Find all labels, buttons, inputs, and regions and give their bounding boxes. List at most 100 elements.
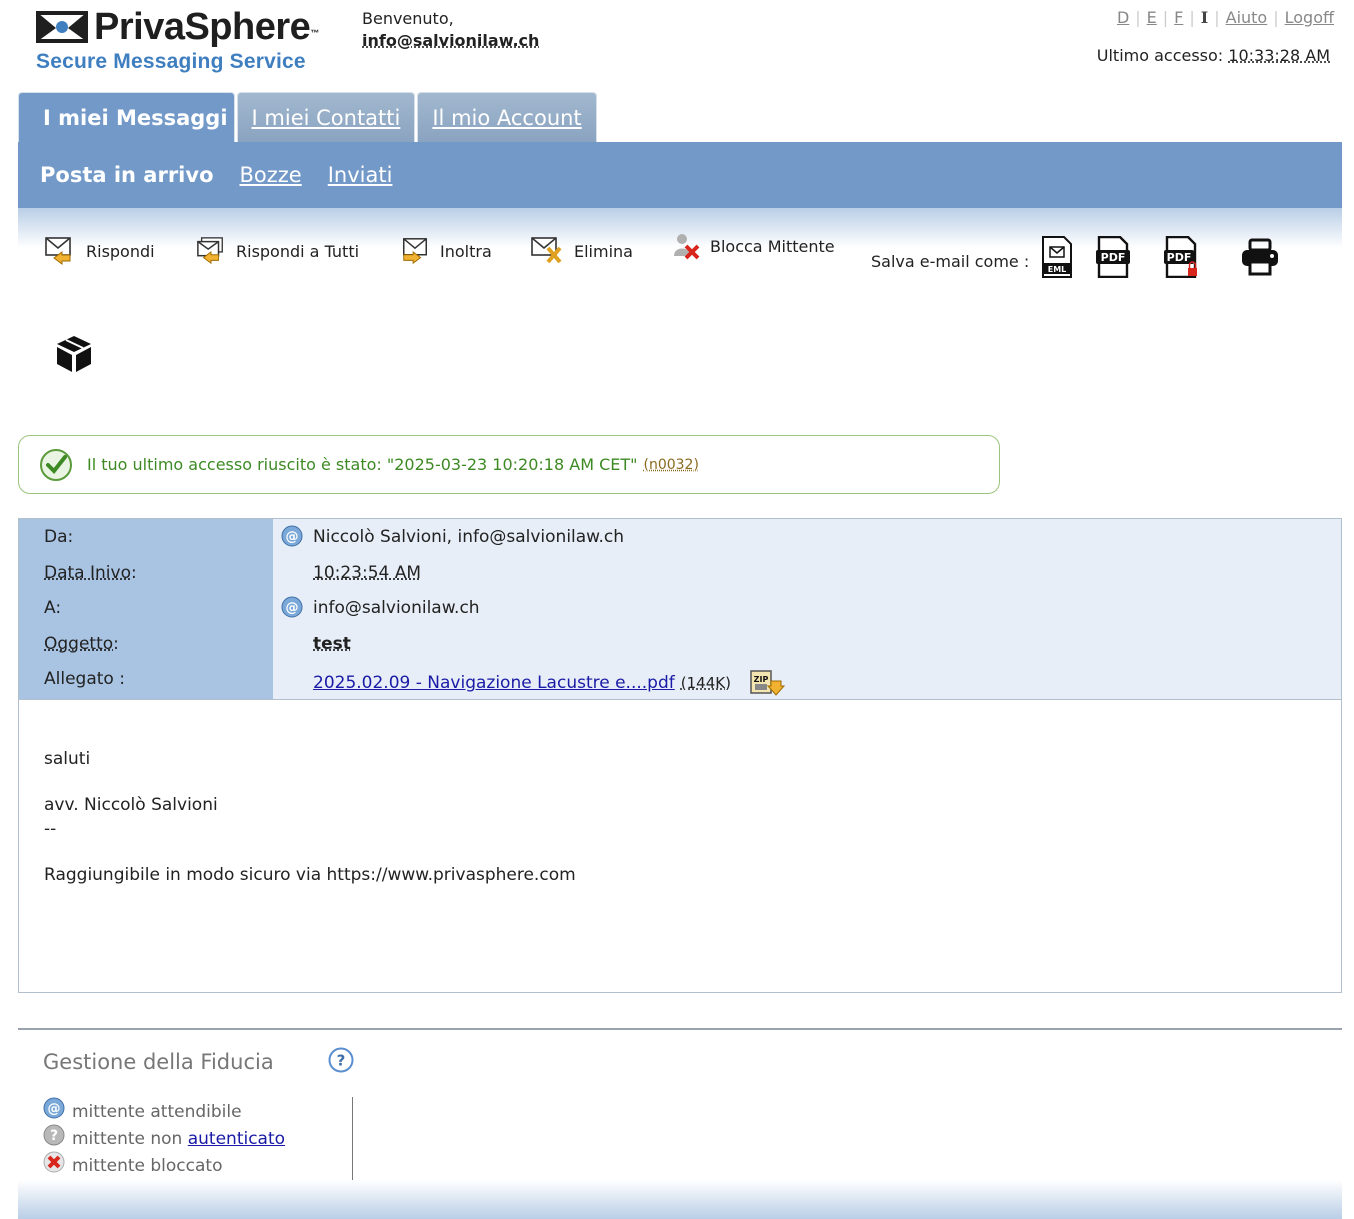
folder-nav: Posta in arrivo Bozze Inviati: [18, 142, 1342, 208]
trust-divider: [18, 1028, 1342, 1030]
subject-row: Oggetto: test: [19, 626, 1341, 662]
trust-blocked-row: mittente bloccato: [43, 1151, 285, 1178]
attachment-value: 2025.02.09 - Navigazione Lacustre e....p…: [313, 669, 785, 697]
privasphere-logo: PrivaSphere™ Secure Messaging Service: [36, 6, 336, 76]
message-header: Da: @ Niccolò Salvioni, info@salvionilaw…: [18, 518, 1342, 700]
attachment-size: (144K): [680, 674, 731, 692]
tab-my-messages[interactable]: I miei Messaggi: [18, 92, 235, 142]
folder-sent[interactable]: Inviati: [328, 163, 393, 187]
trusted-label: mittente attendibile: [72, 1102, 242, 1122]
svg-text:ZIP: ZIP: [754, 675, 769, 684]
reply-label: Rispondi: [86, 241, 155, 261]
svg-text:PDF: PDF: [1101, 251, 1126, 264]
from-label: Da:: [44, 527, 74, 547]
trust-unauth-row: ? mittente non autenticato: [43, 1124, 285, 1151]
attachment-label: Allegato :: [44, 669, 125, 689]
svg-text:@: @: [48, 1102, 61, 1117]
printer-icon[interactable]: [1240, 236, 1280, 278]
welcome-block: Benvenuto, info@salvionilaw.ch: [362, 8, 539, 52]
folder-inbox[interactable]: Posta in arrivo: [40, 163, 214, 187]
tab-my-contacts[interactable]: I miei Contatti: [236, 92, 416, 142]
save-as-label: Salva e-mail come :: [871, 252, 1030, 271]
message-body: saluti avv. Niccolò Salvioni -- Raggiung…: [18, 699, 1342, 993]
message-toolbar: Rispondi Rispondi a Tutti Inoltra Elimin…: [44, 234, 1304, 278]
last-login-text: Il tuo ultimo accesso riuscito è stato: …: [87, 455, 638, 474]
svg-text:?: ?: [50, 1128, 58, 1144]
lang-f-link[interactable]: F: [1174, 8, 1183, 27]
delete-button[interactable]: Elimina: [530, 236, 633, 266]
to-value: info@salvionilaw.ch: [313, 598, 480, 618]
package-icon[interactable]: [54, 334, 94, 374]
block-sender-button[interactable]: Blocca Mittente: [672, 232, 835, 260]
main-tabs: I miei Messaggi I miei Contatti Il mio A…: [18, 92, 599, 142]
help-icon[interactable]: ?: [328, 1047, 354, 1073]
trust-separator: [352, 1097, 353, 1180]
forward-label: Inoltra: [440, 241, 492, 261]
last-login-notice: Il tuo ultimo accesso riuscito è stato: …: [18, 435, 1000, 494]
pdf-file-icon[interactable]: PDF: [1096, 236, 1130, 278]
reply-all-envelope-icon: [197, 237, 223, 265]
svg-text:@: @: [286, 601, 299, 616]
last-access-time: 10:33:28 AM: [1228, 46, 1330, 65]
body-line: saluti: [44, 749, 91, 769]
body-line: --: [44, 819, 57, 839]
trust-title: Gestione della Fiducia: [43, 1050, 274, 1074]
logoff-link[interactable]: Logoff: [1285, 8, 1334, 27]
envelope-logo-icon: [36, 11, 88, 43]
blocked-label: mittente bloccato: [72, 1156, 223, 1176]
body-line: Raggiungibile in modo sicuro via https:/…: [44, 865, 576, 885]
welcome-text: Benvenuto,: [362, 9, 454, 28]
from-row: Da: @ Niccolò Salvioni, info@salvionilaw…: [19, 519, 1341, 555]
to-label: A:: [44, 598, 62, 618]
reply-button[interactable]: Rispondi: [44, 236, 155, 266]
reply-all-label: Rispondi a Tutti: [236, 241, 360, 261]
success-check-icon: [40, 448, 72, 481]
delete-envelope-icon: [531, 237, 562, 264]
subject-value: test: [313, 634, 351, 654]
to-row: A: @ info@salvionilaw.ch: [19, 590, 1341, 626]
subject-label: Oggetto:: [44, 634, 119, 654]
trusted-recipient-icon: @: [281, 596, 303, 618]
last-access: Ultimo accesso: 10:33:28 AM: [1097, 46, 1330, 65]
attachment-link[interactable]: 2025.02.09 - Navigazione Lacustre e....p…: [313, 673, 675, 693]
authenticated-link[interactable]: autenticato: [188, 1129, 285, 1149]
brand-tagline: Secure Messaging Service: [36, 50, 306, 73]
from-value: Niccolò Salvioni, info@salvionilaw.ch: [313, 527, 625, 547]
forward-button[interactable]: Inoltra: [400, 236, 492, 266]
tab-my-account[interactable]: Il mio Account: [417, 92, 597, 142]
brand-name: PrivaSphere™: [94, 6, 319, 48]
trusted-sender-icon: @: [43, 1097, 65, 1119]
unauth-label: mittente non: [72, 1129, 188, 1149]
reply-envelope-icon: [45, 237, 71, 265]
user-email: info@salvionilaw.ch: [362, 31, 540, 50]
trust-trusted-row: @ mittente attendibile: [43, 1097, 285, 1124]
pdf-locked-file-icon[interactable]: PDF: [1164, 236, 1198, 278]
trusted-sender-icon: @: [281, 525, 303, 547]
attachment-row: Allegato : 2025.02.09 - Navigazione Lacu…: [19, 661, 1341, 697]
help-link[interactable]: Aiuto: [1226, 8, 1268, 27]
notice-code: (n0032): [643, 456, 699, 473]
svg-text:?: ?: [337, 1052, 346, 1070]
svg-text:@: @: [286, 530, 299, 545]
svg-text:EML: EML: [1048, 265, 1067, 274]
eml-file-icon[interactable]: EML: [1040, 236, 1074, 278]
trust-legend: @ mittente attendibile ? mittente non au…: [43, 1097, 285, 1178]
date-row: Data Inivo: 10:23:54 AM: [19, 555, 1341, 591]
unauthenticated-sender-icon: ?: [43, 1124, 65, 1146]
last-access-label: Ultimo accesso:: [1096, 46, 1224, 65]
date-label: Data Inivo:: [44, 563, 137, 583]
delete-label: Elimina: [574, 241, 633, 261]
zip-download-icon[interactable]: ZIP: [749, 669, 785, 697]
block-sender-label: Blocca Mittente: [710, 236, 835, 256]
reply-all-button[interactable]: Rispondi a Tutti: [196, 236, 359, 266]
lang-e-link[interactable]: E: [1147, 8, 1157, 27]
folder-drafts[interactable]: Bozze: [240, 163, 302, 187]
footer-band: [18, 1180, 1342, 1219]
block-user-icon: [674, 234, 700, 260]
lang-d-link[interactable]: D: [1117, 8, 1129, 27]
blocked-sender-icon: [43, 1151, 65, 1173]
forward-envelope-icon: [403, 238, 427, 265]
svg-text:PDF: PDF: [1167, 251, 1192, 264]
language-bar: D | E | F | I | Aiuto | Logoff: [1116, 8, 1334, 27]
body-line: avv. Niccolò Salvioni: [44, 795, 218, 815]
